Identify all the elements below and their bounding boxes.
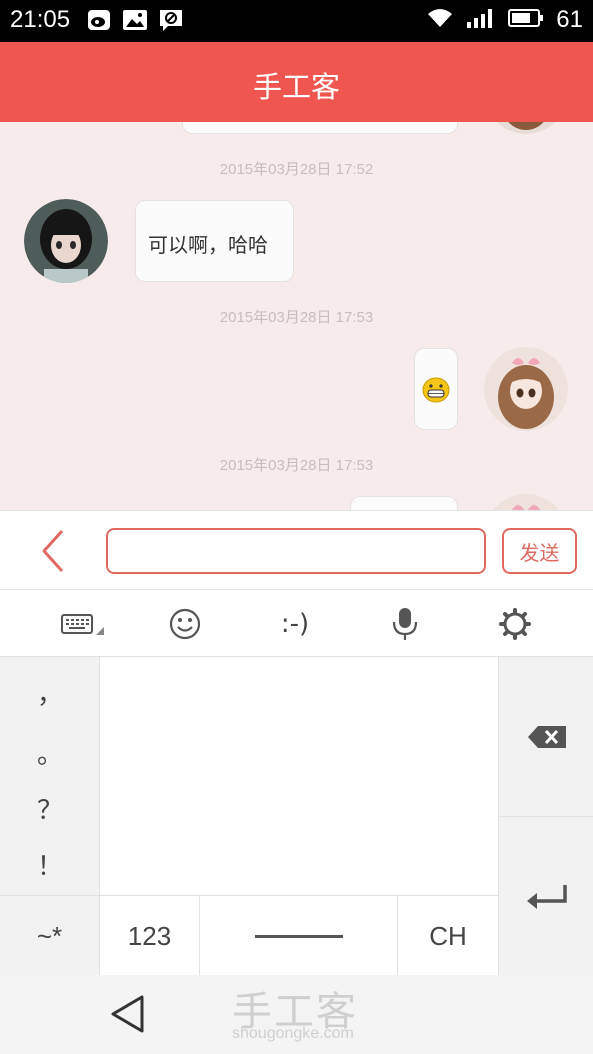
keyboard-switch-button[interactable] [56,602,106,646]
blocked-message-icon [158,8,184,32]
notification-icons [86,8,184,32]
image-icon [122,8,148,32]
handwriting-keyboard: ， 。 ？ ！ ~* 123 CH [0,657,593,976]
self-avatar-partial[interactable] [484,494,568,510]
keyboard-icon [61,614,104,635]
battery-level: 61 [556,6,583,33]
ime-settings-button[interactable] [490,602,540,646]
comma-key[interactable]: ， [0,663,100,721]
contact-avatar[interactable] [24,199,108,283]
language-switch-key[interactable]: CH [398,896,498,976]
chevron-left-icon [42,529,64,573]
backspace-icon [527,725,566,748]
ime-toolbar: :-) [0,590,593,657]
sent-message-bubble[interactable] [414,348,458,430]
wifi-icon [426,7,454,33]
emoji-button[interactable] [160,602,210,646]
punctuation-column: ， 。 ？ ！ [0,657,100,895]
numbers-key[interactable]: 123 [100,896,200,976]
delete-key[interactable] [499,657,593,817]
enter-icon [526,885,567,909]
triangle-back-icon [111,995,144,1033]
space-key[interactable] [200,896,398,976]
system-icons: 61 [426,6,583,34]
title-bar: 手工客 [0,42,593,122]
status-time: 21:05 [10,6,71,33]
space-bar-icon [254,934,343,938]
keyboard-bottom-row: ~* 123 CH [0,895,498,976]
watermark-url: shougongke.com [232,1025,354,1042]
smiley-icon [169,608,201,640]
grinning-emoji-icon [422,377,450,407]
self-avatar[interactable] [484,347,568,431]
status-bar: 21:05 61 [0,0,593,42]
message-timestamp: 2015年03月28日 17:53 [219,457,374,474]
exclamation-key[interactable]: ！ [0,835,100,893]
page-title: 手工客 [252,70,340,104]
signal-icon [466,7,496,33]
back-button[interactable] [36,527,72,575]
period-key[interactable]: 。 [0,723,100,781]
handwriting-pad[interactable] [100,657,498,895]
question-key[interactable]: ？ [0,779,100,837]
symbols-key[interactable]: ~* [0,896,100,976]
battery-icon [508,8,544,32]
received-message-bubble[interactable]: 可以啊，哈哈 [135,200,294,282]
navigation-bar: 手工客 shougongke.com [0,975,593,1054]
message-bubble-partial [182,122,458,134]
weibo-icon [86,8,112,32]
message-input-bar: 发送 [0,510,593,590]
message-input[interactable] [106,528,486,574]
nav-back-button[interactable] [108,993,148,1035]
send-button[interactable]: 发送 [502,528,577,574]
message-timestamp: 2015年03月28日 17:53 [219,309,374,326]
microphone-icon [392,608,418,640]
enter-key[interactable] [499,817,593,975]
self-avatar-partial[interactable] [484,122,568,134]
action-key-column [498,657,593,975]
message-bubble-partial [350,496,458,510]
chat-area[interactable]: 2015年03月28日 17:52 可以啊，哈哈 2015年03月28日 17:… [0,122,593,510]
emoticon-label: :-) [280,609,310,639]
emoticon-button[interactable]: :-) [270,602,320,646]
voice-input-button[interactable] [380,602,430,646]
settings-icon [499,608,531,640]
message-timestamp: 2015年03月28日 17:52 [219,161,374,178]
received-message-text: 可以啊，哈哈 [148,233,268,257]
